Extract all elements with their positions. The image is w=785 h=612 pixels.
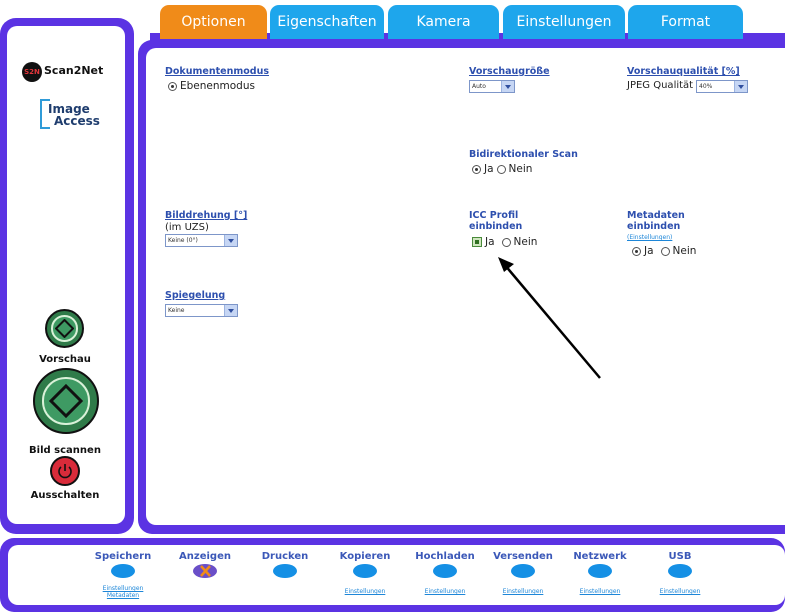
spiegelung-value: Keine [168, 307, 185, 314]
preview-button[interactable] [45, 309, 84, 348]
icc-profil-label-1: ICC Profil [469, 210, 519, 221]
dokumentenmodus-label: Dokumentenmodus [165, 66, 269, 77]
metadaten-options: Ja Nein [632, 245, 696, 257]
diamond-icon [49, 384, 83, 418]
scan-label: Bild scannen [29, 445, 101, 456]
jpeg-qualitaet-label: JPEG Qualität [627, 80, 694, 91]
kopieren-button[interactable] [353, 564, 377, 578]
bidirektional-nein-label: Nein [508, 163, 533, 175]
anzeigen-button[interactable] [193, 564, 217, 578]
tab-einstellungen[interactable]: Einstellungen [503, 5, 625, 39]
bottom-label-drucken: Drucken [261, 551, 309, 562]
metadaten-nein-label: Nein [672, 245, 697, 257]
speichern-button[interactable] [111, 564, 135, 578]
speichern-metadaten-link[interactable]: Metadaten [86, 592, 160, 599]
bilddrehung-sub: (im UZS) [165, 222, 209, 233]
metadaten-label-1: Metadaten [627, 210, 685, 221]
icc-nein-label: Nein [513, 236, 538, 248]
scan2net-badge: S2N [24, 68, 40, 76]
radio-bidirektional-nein[interactable] [496, 164, 506, 174]
power-label: Ausschalten [30, 490, 100, 501]
spiegelung-select[interactable]: Keine [165, 304, 238, 317]
scan2net-brand: Scan2Net [44, 64, 104, 77]
main-panel [146, 48, 785, 525]
metadaten-einstellungen-link[interactable]: (Einstellungen) [627, 234, 672, 241]
ebenenmodus-label: Ebenenmodus [180, 80, 255, 92]
hochladen-button[interactable] [433, 564, 457, 578]
chevron-down-icon [501, 81, 514, 92]
scan-button[interactable] [33, 368, 99, 434]
chevron-down-icon [224, 235, 237, 246]
vorschaugroesse-value: Auto [472, 83, 486, 90]
bottom-label-hochladen: Hochladen [415, 551, 475, 562]
usb-einstellungen-link[interactable]: Einstellungen [643, 588, 717, 595]
usb-button[interactable] [668, 564, 692, 578]
bottom-label-netzwerk: Netzwerk [573, 551, 627, 562]
netzwerk-einstellungen-link[interactable]: Einstellungen [563, 588, 637, 595]
bidirektional-options: Ja Nein [472, 163, 532, 175]
dokumentenmodus-option[interactable]: Ebenenmodus [168, 80, 255, 92]
bilddrehung-select[interactable]: Keine (0°) [165, 234, 238, 247]
metadaten-label-2: einbinden [627, 221, 681, 232]
kopieren-einstellungen-link[interactable]: Einstellungen [328, 588, 402, 595]
tab-kamera[interactable]: Kamera [388, 5, 499, 39]
radio-icc-nein[interactable] [501, 237, 511, 247]
radio-ebenenmodus[interactable] [168, 81, 177, 91]
radio-metadaten-ja[interactable] [632, 246, 641, 256]
jpeg-qualitaet-select[interactable]: 40% [696, 80, 748, 93]
bottom-label-kopieren: Kopieren [339, 551, 391, 562]
bottom-label-versenden: Versenden [493, 551, 553, 562]
vorschaugroesse-select[interactable]: Auto [469, 80, 515, 93]
netzwerk-button[interactable] [588, 564, 612, 578]
bilddrehung-value: Keine (0°) [168, 237, 198, 244]
bidirektional-ja-label: Ja [484, 163, 494, 175]
annotation-arrow-icon [498, 257, 601, 379]
diamond-icon [55, 319, 74, 338]
tab-format[interactable]: Format [628, 5, 743, 39]
vorschaugroesse-label: Vorschaugröße [469, 66, 550, 77]
tab-eigenschaften[interactable]: Eigenschaften [270, 5, 384, 39]
versenden-button[interactable] [511, 564, 535, 578]
icc-profil-options: Ja Nein [472, 236, 537, 248]
bottom-label-usb: USB [668, 551, 692, 562]
icc-profil-label-2: einbinden [469, 221, 523, 232]
scan2net-logo-icon: S2N [22, 62, 42, 82]
checkbox-icc-ja[interactable] [472, 237, 482, 247]
spiegelung-label: Spiegelung [165, 290, 226, 301]
versenden-einstellungen-link[interactable]: Einstellungen [486, 588, 560, 595]
metadaten-ja-label: Ja [644, 245, 654, 257]
image-access-logo-line2: Access [54, 114, 100, 128]
jpeg-qualitaet-value: 40% [699, 83, 713, 90]
bottom-label-anzeigen: Anzeigen [179, 551, 231, 562]
preview-label: Vorschau [39, 354, 91, 365]
radio-metadaten-nein[interactable] [660, 246, 670, 256]
power-icon [58, 464, 72, 479]
power-button[interactable] [50, 456, 80, 486]
bilddrehung-label: Bilddrehung [°] [165, 210, 248, 221]
disabled-cross-icon [200, 565, 211, 577]
radio-bidirektional-ja[interactable] [472, 164, 481, 174]
speichern-einstellungen-link[interactable]: Einstellungen [86, 585, 160, 592]
hochladen-einstellungen-link[interactable]: Einstellungen [408, 588, 482, 595]
icc-ja-label: Ja [485, 236, 495, 248]
tab-optionen[interactable]: Optionen [160, 5, 267, 39]
chevron-down-icon [224, 305, 237, 316]
chevron-down-icon [734, 81, 747, 92]
drucken-button[interactable] [273, 564, 297, 578]
bottom-label-speichern: Speichern [94, 551, 152, 562]
vorschauqualitaet-label: Vorschauqualität [%] [627, 66, 740, 77]
bidirektional-label: Bidirektionaler Scan [469, 149, 578, 160]
